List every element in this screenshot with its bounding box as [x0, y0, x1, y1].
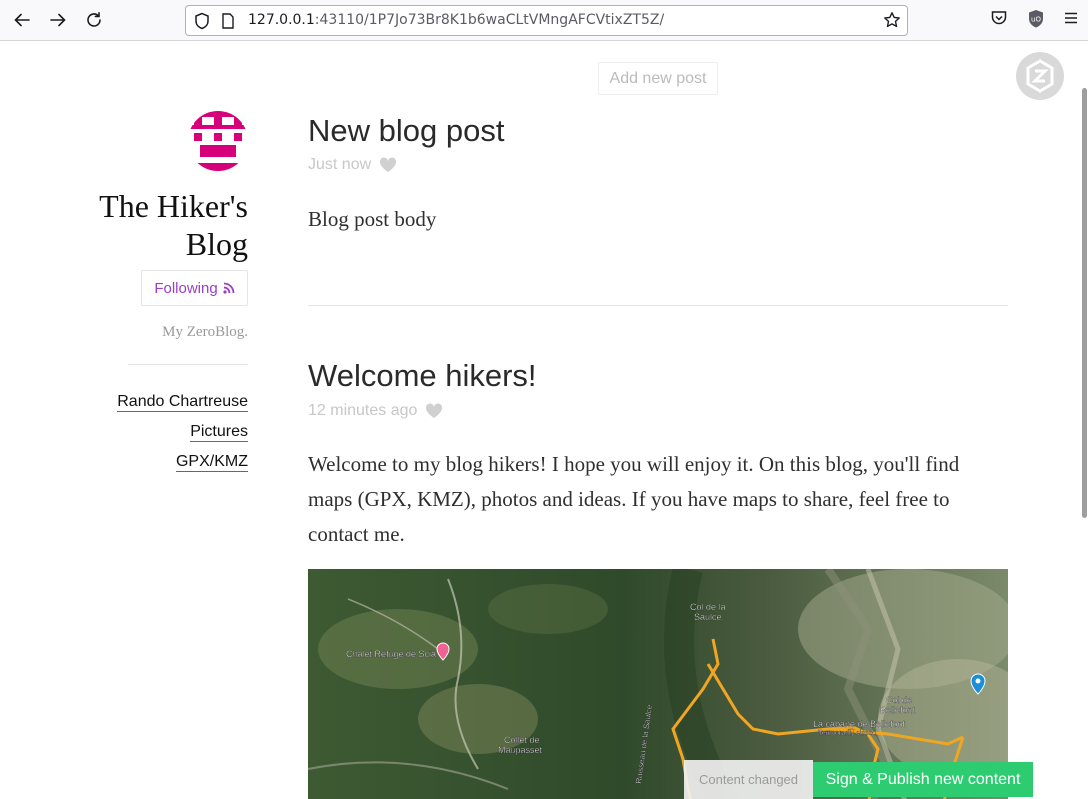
scrollbar[interactable] — [1080, 41, 1088, 799]
content-changed-notice: Content changed Sign & Publish new conte… — [684, 760, 1033, 799]
post-time: 12 minutes ago — [308, 402, 418, 419]
map-label-chalet: Chalet Refuge de Scia — [346, 649, 436, 659]
follow-label: Following — [154, 279, 218, 297]
url-path: :43110/1P7Jo73Br8K1b6waCLtVMngAFCVtixZT5… — [314, 12, 665, 28]
browser-toolbar: 127.0.0.1:43110/1P7Jo73Br8K1b6waCLtVMngA… — [0, 0, 1088, 41]
page-icon[interactable] — [221, 13, 235, 33]
arrow-right-icon — [50, 13, 66, 27]
svg-text:uO: uO — [1031, 16, 1041, 24]
scrollbar-thumb[interactable] — [1082, 88, 1087, 518]
post-body: Welcome to my blog hikers! I hope you wi… — [308, 452, 960, 546]
map-label-collet-1: Collet de — [504, 735, 540, 745]
follow-button[interactable]: Following — [141, 270, 248, 306]
blog-tagline: My ZeroBlog. — [162, 324, 248, 340]
map-label-col-saulce-1: Col de la — [690, 602, 726, 612]
ublock-icon[interactable]: uO — [1027, 9, 1045, 33]
post-time: Just now — [308, 156, 372, 173]
sidebar-link-label: GPX/KMZ — [175, 453, 248, 472]
sidebar-link-gpx-kmz[interactable]: GPX/KMZ — [60, 451, 248, 473]
bookmark-star-icon[interactable] — [883, 11, 901, 33]
url-text: 127.0.0.1:43110/1P7Jo73Br8K1b6waCLtVMngA… — [248, 12, 664, 28]
zeronet-logo-icon[interactable] — [1016, 52, 1064, 100]
reload-icon — [87, 12, 101, 27]
map-label-collet-2: Maupasset — [498, 745, 543, 755]
heart-like-icon[interactable] — [379, 157, 397, 173]
pocket-icon[interactable] — [990, 9, 1008, 31]
add-new-post-button[interactable]: Add new post — [598, 62, 718, 95]
map-label-col-bellefont-1: Col de — [886, 695, 912, 705]
sidebar-link-pictures[interactable]: Pictures — [60, 421, 248, 443]
sidebar-link-label: Rando Chartreuse — [117, 393, 248, 412]
page-content: Add new post The Hiker's Blog Following … — [0, 41, 1088, 799]
sign-publish-button[interactable]: Sign & Publish new content — [813, 762, 1033, 797]
content-changed-text: Content changed — [684, 760, 813, 799]
shield-icon[interactable] — [194, 12, 210, 34]
sidebar-links: Rando Chartreuse Pictures GPX/KMZ — [60, 391, 248, 481]
post-meta: Just now — [308, 156, 397, 174]
post-body: Blog post body — [308, 207, 437, 231]
heart-like-icon[interactable] — [425, 403, 443, 419]
post-meta: 12 minutes ago — [308, 402, 443, 420]
map-label-cabane-sub: Temporarily closed — [818, 730, 876, 737]
menu-icon[interactable] — [1062, 9, 1080, 31]
sidebar-link-label: Pictures — [190, 423, 248, 442]
sidebar-link-rando-chartreuse[interactable]: Rando Chartreuse — [60, 391, 248, 413]
back-button[interactable] — [10, 8, 34, 32]
arrow-left-icon — [14, 13, 30, 27]
reload-button[interactable] — [82, 8, 106, 32]
blog-title: The Hiker's Blog — [99, 188, 248, 262]
forward-button[interactable] — [46, 8, 70, 32]
sidebar-divider — [128, 364, 248, 365]
avatar — [188, 111, 248, 171]
map-label-cabane: La cabane de Bellefont — [813, 719, 906, 729]
post-divider — [308, 305, 1008, 306]
post-title[interactable]: Welcome hikers! — [308, 358, 537, 394]
url-bar[interactable]: 127.0.0.1:43110/1P7Jo73Br8K1b6waCLtVMngA… — [185, 5, 908, 36]
rss-icon — [223, 282, 235, 294]
map-label-col-bellefont-2: Bellefont — [880, 705, 916, 715]
url-host: 127.0.0.1 — [248, 12, 315, 28]
map-label-col-saulce-2: Saulce — [694, 612, 722, 622]
post-title[interactable]: New blog post — [308, 113, 504, 149]
